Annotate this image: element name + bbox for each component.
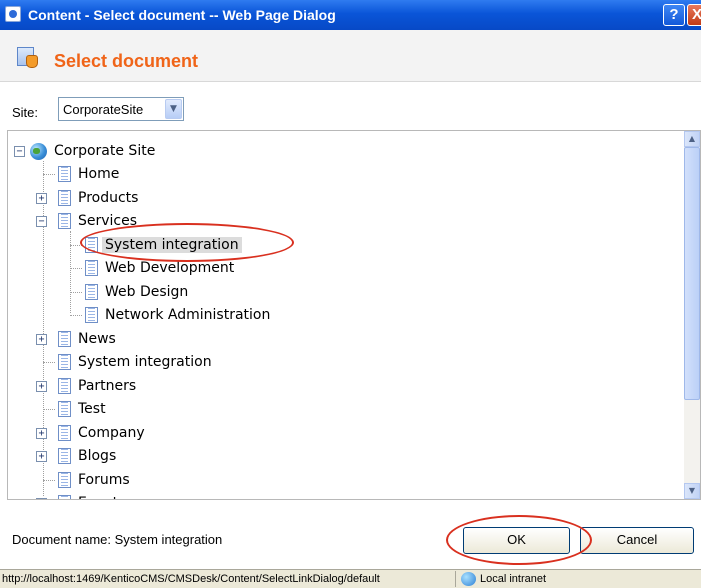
window-title-bar: Content - Select document -- Web Page Di… bbox=[0, 0, 701, 30]
expand-icon[interactable]: + bbox=[36, 334, 47, 345]
close-button[interactable]: X bbox=[687, 4, 701, 26]
expand-icon[interactable]: + bbox=[36, 498, 47, 499]
select-document-icon bbox=[17, 47, 39, 69]
tree-node-label[interactable]: News bbox=[78, 331, 116, 347]
tree-node-label[interactable]: Forums bbox=[78, 472, 130, 488]
expand-icon[interactable]: + bbox=[36, 428, 47, 439]
tree-node-label[interactable]: Network Administration bbox=[105, 307, 270, 323]
tree-connector-line bbox=[43, 480, 55, 481]
globe-icon bbox=[30, 143, 47, 160]
tree-node[interactable]: + News bbox=[8, 329, 678, 351]
tree-node[interactable]: Web Development bbox=[8, 258, 678, 280]
document-icon bbox=[85, 307, 98, 323]
expand-icon[interactable]: + bbox=[36, 193, 47, 204]
document-icon bbox=[58, 166, 71, 182]
tree-root[interactable]: − Corporate Site bbox=[14, 141, 314, 163]
dialog-header: Select document bbox=[0, 30, 701, 82]
highlight-ellipse-selected-node bbox=[80, 223, 294, 262]
tree-node[interactable]: Test bbox=[8, 399, 678, 421]
document-icon bbox=[58, 425, 71, 441]
tree-node[interactable]: + Blogs bbox=[8, 446, 678, 468]
document-icon bbox=[58, 213, 71, 229]
tree-node[interactable]: System integration bbox=[8, 352, 678, 374]
tree-node[interactable]: Web Design bbox=[8, 282, 678, 304]
tree-node[interactable]: Network Administration bbox=[8, 305, 678, 327]
site-select[interactable]: CorporateSite ▼ bbox=[58, 97, 184, 121]
tree-node[interactable]: Forums bbox=[8, 470, 678, 492]
tree-node-label[interactable]: System integration bbox=[78, 354, 212, 370]
document-name-label: Document name: System integration bbox=[12, 532, 223, 547]
scrollbar-thumb[interactable] bbox=[684, 147, 700, 400]
ie-page-icon bbox=[5, 6, 21, 22]
tree-node-label[interactable]: Events bbox=[78, 495, 125, 499]
tree-root-label: Corporate Site bbox=[54, 143, 156, 159]
tree-scrollbar[interactable]: ▲ ▼ bbox=[684, 131, 700, 499]
dialog-title: Select document bbox=[54, 51, 199, 71]
tree-connector-line bbox=[43, 174, 55, 175]
highlight-ellipse-ok-button bbox=[446, 515, 592, 565]
security-zone: Local intranet bbox=[480, 573, 547, 585]
tree-node-label[interactable]: Company bbox=[78, 425, 145, 441]
chevron-down-icon[interactable]: ▼ bbox=[165, 99, 182, 119]
document-icon bbox=[58, 378, 71, 394]
tree-node[interactable]: + Products bbox=[8, 188, 678, 210]
site-label: Site: bbox=[12, 105, 39, 120]
help-button[interactable]: ? bbox=[663, 4, 685, 26]
tree-node-label[interactable]: Products bbox=[78, 190, 138, 206]
status-url: http://localhost:1469/KenticoCMS/CMSDesk… bbox=[2, 573, 380, 585]
tree-node-label[interactable]: Test bbox=[78, 401, 106, 417]
scroll-up-icon[interactable]: ▲ bbox=[684, 131, 700, 147]
document-icon bbox=[85, 284, 98, 300]
expand-icon[interactable]: + bbox=[36, 451, 47, 462]
tree-connector-line bbox=[70, 315, 82, 316]
document-icon bbox=[58, 331, 71, 347]
tree-node-label[interactable]: Home bbox=[78, 166, 119, 182]
tree-node-label[interactable]: Partners bbox=[78, 378, 136, 394]
tree-connector-line bbox=[70, 292, 82, 293]
document-icon bbox=[58, 354, 71, 370]
status-bar: http://localhost:1469/KenticoCMS/CMSDesk… bbox=[0, 569, 701, 588]
document-icon bbox=[85, 260, 98, 276]
document-tree[interactable]: − Corporate Site Home + Products − Services S… bbox=[7, 130, 701, 500]
tree-node-label[interactable]: Blogs bbox=[78, 448, 116, 464]
expand-icon[interactable]: + bbox=[36, 381, 47, 392]
tree-connector-line bbox=[43, 362, 55, 363]
intranet-zone-icon bbox=[461, 572, 476, 586]
site-select-value: CorporateSite bbox=[63, 102, 144, 117]
document-icon bbox=[58, 472, 71, 488]
window-title: Content - Select document -- Web Page Di… bbox=[28, 7, 336, 23]
document-icon bbox=[58, 495, 71, 499]
tree-connector-line bbox=[43, 409, 55, 410]
document-icon bbox=[58, 190, 71, 206]
tree-node-label[interactable]: Web Design bbox=[105, 284, 188, 300]
document-icon bbox=[58, 448, 71, 464]
document-icon bbox=[58, 401, 71, 417]
collapse-icon[interactable]: − bbox=[36, 216, 47, 227]
scroll-down-icon[interactable]: ▼ bbox=[684, 483, 700, 499]
tree-connector-line bbox=[70, 268, 82, 269]
cancel-button[interactable]: Cancel bbox=[580, 527, 694, 554]
tree-node[interactable]: + Partners bbox=[8, 376, 678, 398]
collapse-icon[interactable]: − bbox=[14, 146, 25, 157]
tree-node-label[interactable]: Web Development bbox=[105, 260, 234, 276]
tree-node[interactable]: + Events bbox=[8, 493, 678, 499]
tree-node[interactable]: + Company bbox=[8, 423, 678, 445]
tree-node[interactable]: Home bbox=[8, 164, 678, 186]
